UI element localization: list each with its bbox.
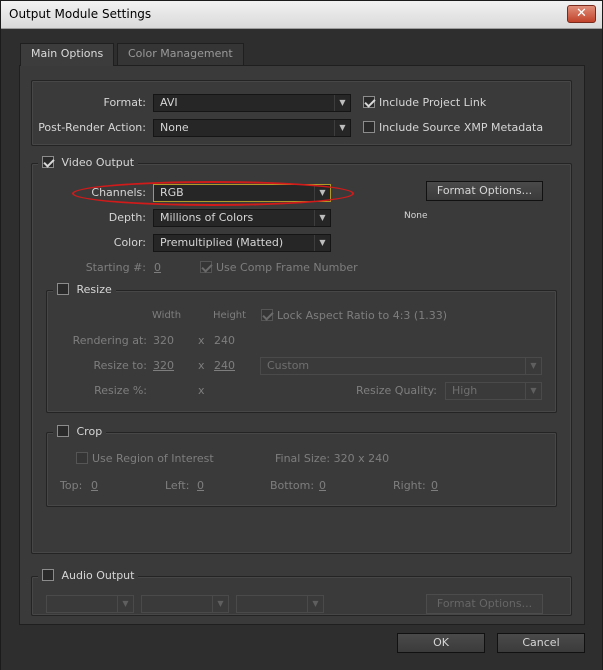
cancel-button[interactable]: Cancel (497, 633, 585, 653)
channels-label: Channels: (91, 186, 146, 199)
resize-checkbox[interactable] (57, 283, 69, 295)
resize-group: Resize Width Height Lock Aspect Ratio to… (46, 283, 557, 413)
resize-to-height[interactable]: 240 (214, 359, 235, 372)
color-select[interactable]: Premultiplied (Matted) ▼ (153, 234, 331, 252)
crop-top-value[interactable]: 0 (91, 479, 98, 492)
resize-preset-select[interactable]: Custom ▼ (260, 357, 542, 375)
video-output-legend: Video Output (38, 156, 139, 169)
crop-checkbox[interactable] (57, 425, 69, 437)
ok-button[interactable]: OK (397, 633, 485, 653)
format-label: Format: (103, 96, 146, 109)
window-title: Output Module Settings (9, 7, 152, 21)
close-button[interactable]: ✕ (567, 5, 596, 23)
video-output-checkbox[interactable] (42, 156, 54, 168)
format-value: AVI (160, 96, 178, 109)
resize-percent-label: Resize %: (94, 384, 147, 397)
output-module-settings-dialog: Output Module Settings ✕ Main Options Co… (0, 0, 603, 670)
audio-output-checkbox[interactable] (42, 569, 54, 581)
lock-aspect-checkbox[interactable] (261, 309, 273, 321)
audio-format-options-button[interactable]: Format Options... (426, 594, 543, 614)
post-render-value: None (160, 121, 189, 134)
crop-bottom-value[interactable]: 0 (319, 479, 326, 492)
resize-legend: Resize (53, 283, 116, 296)
codec-info-text: None (404, 211, 428, 221)
chevron-down-icon: ▼ (334, 95, 350, 111)
dialog-client: Main Options Color Management Format: AV… (1, 30, 602, 670)
video-output-group: Video Output Channels: RGB ▼ Format Opti… (31, 156, 572, 554)
audio-channels-select[interactable]: ▼ (236, 595, 324, 613)
use-roi-label: Use Region of Interest (92, 452, 214, 465)
resize-label: Resize (76, 283, 112, 296)
resize-quality-label: Resize Quality: (356, 384, 437, 397)
include-project-link-label: Include Project Link (379, 96, 487, 109)
format-group: Format: AVI ▼ Post-Render Action: None ▼… (31, 80, 572, 146)
crop-legend: Crop (53, 425, 107, 438)
resize-quality-select[interactable]: High ▼ (445, 382, 542, 400)
main-options-panel: Format: AVI ▼ Post-Render Action: None ▼… (19, 65, 585, 625)
post-render-select[interactable]: None ▼ (153, 119, 351, 137)
include-xmp-label: Include Source XMP Metadata (379, 121, 544, 134)
crop-group: Crop Use Region of Interest Final Size: … (46, 425, 557, 507)
chevron-down-icon: ▼ (525, 358, 541, 374)
audio-output-legend: Audio Output (38, 569, 139, 582)
chevron-down-icon: ▼ (334, 120, 350, 136)
resize-quality-value: High (452, 384, 478, 397)
rendering-at-label: Rendering at: (72, 334, 147, 347)
depth-select[interactable]: Millions of Colors ▼ (153, 209, 331, 227)
use-roi-checkbox[interactable] (76, 452, 88, 464)
height-header: Height (213, 310, 247, 321)
resize-percent-x: x (198, 384, 205, 397)
chevron-down-icon: ▼ (212, 596, 228, 612)
rendering-at-width: 320 (153, 334, 174, 347)
starting-number-label: Starting #: (85, 261, 146, 274)
resize-to-width[interactable]: 320 (153, 359, 174, 372)
include-xmp-checkbox[interactable] (363, 121, 375, 133)
chevron-down-icon: ▼ (314, 210, 330, 226)
resize-to-label: Resize to: (93, 359, 148, 372)
lock-aspect-label: Lock Aspect Ratio to 4:3 (1.33) (277, 309, 447, 322)
chevron-down-icon: ▼ (314, 235, 330, 251)
audio-output-group: Audio Output ▼ ▼ ▼ Format Options... (31, 569, 572, 616)
audio-output-label: Audio Output (61, 569, 135, 582)
width-header: Width (152, 310, 182, 321)
title-bar: Output Module Settings ✕ (1, 1, 602, 29)
starting-number-value[interactable]: 0 (154, 261, 161, 274)
crop-label: Crop (76, 425, 103, 438)
resize-preset-value: Custom (267, 359, 310, 372)
channels-value: RGB (160, 186, 184, 199)
crop-bottom-label: Bottom: (270, 479, 315, 492)
depth-value: Millions of Colors (160, 211, 254, 224)
chevron-down-icon: ▼ (314, 185, 330, 201)
include-project-link-checkbox[interactable] (363, 96, 375, 108)
depth-label: Depth: (108, 211, 146, 224)
video-format-options-button[interactable]: Format Options... (426, 181, 543, 201)
crop-right-value[interactable]: 0 (431, 479, 438, 492)
tab-color-management[interactable]: Color Management (117, 43, 244, 65)
audio-rate-select[interactable]: ▼ (46, 595, 134, 613)
use-comp-frame-checkbox[interactable] (200, 261, 212, 273)
rendering-at-x: x (198, 334, 205, 347)
chevron-down-icon: ▼ (307, 596, 323, 612)
use-comp-frame-label: Use Comp Frame Number (216, 261, 358, 274)
audio-bits-select[interactable]: ▼ (141, 595, 229, 613)
color-value: Premultiplied (Matted) (160, 236, 284, 249)
color-label: Color: (113, 236, 146, 249)
format-select[interactable]: AVI ▼ (153, 94, 351, 112)
tab-main-options[interactable]: Main Options (20, 43, 115, 66)
rendering-at-height: 240 (214, 334, 235, 347)
crop-right-label: Right: (393, 479, 426, 492)
video-output-label: Video Output (61, 156, 135, 169)
crop-left-label: Left: (165, 479, 190, 492)
channels-select[interactable]: RGB ▼ (153, 184, 331, 202)
crop-top-label: Top: (60, 479, 83, 492)
final-size-text: Final Size: 320 x 240 (275, 452, 390, 465)
post-render-label: Post-Render Action: (38, 121, 146, 134)
resize-to-x: x (198, 359, 205, 372)
chevron-down-icon: ▼ (525, 383, 541, 399)
chevron-down-icon: ▼ (117, 596, 133, 612)
crop-left-value[interactable]: 0 (197, 479, 204, 492)
